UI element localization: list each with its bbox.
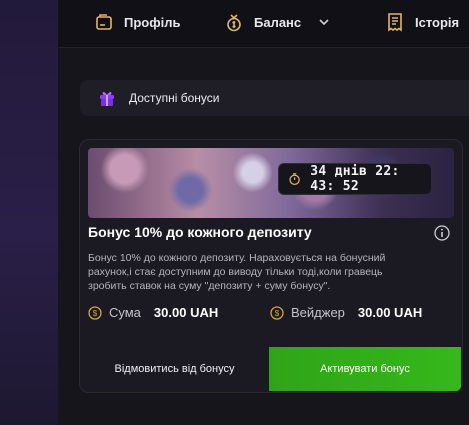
decline-bonus-button[interactable]: Відмовитись від бонусу	[88, 347, 261, 391]
bonus-timer: 34 днів 22: 43: 52	[278, 163, 432, 195]
nav-balance-label: Баланс	[254, 14, 302, 30]
nav-history[interactable]: Історія	[385, 0, 459, 44]
main-area: Профіль Баланс Історія Доступні бонуси 3…	[58, 0, 469, 425]
info-icon[interactable]	[434, 225, 450, 241]
nav-profile[interactable]: Профіль	[94, 0, 180, 44]
nav-history-label: Історія	[415, 14, 460, 30]
available-bonuses-header[interactable]: Доступні бонуси	[80, 80, 469, 116]
svg-text:$: $	[275, 309, 280, 318]
bonus-banner-image: 34 днів 22: 43: 52	[88, 148, 454, 218]
timer-value: 34 днів 22: 43: 52	[310, 164, 400, 194]
bonus-amount: $ Сума 30.00 UAH	[88, 305, 218, 320]
svg-text:$: $	[93, 309, 98, 318]
wager-label: Вейджер	[291, 305, 345, 320]
wallet-icon	[227, 14, 241, 32]
receipt-icon	[388, 13, 402, 32]
page: Профіль Баланс Історія Доступні бонуси 3…	[0, 0, 469, 425]
nav-profile-label: Профіль	[124, 14, 181, 30]
amount-value: 30.00 UAH	[153, 305, 219, 320]
chevron-down-icon[interactable]	[317, 15, 331, 29]
coin-icon: $	[88, 305, 102, 320]
side-panel-edge	[0, 0, 58, 425]
profile-icon	[96, 14, 112, 30]
wager-value: 30.00 UAH	[357, 305, 423, 320]
available-bonuses-label: Доступні бонуси	[129, 91, 220, 105]
activate-bonus-button[interactable]: Активувати бонус	[269, 347, 461, 391]
account-top-nav: Профіль Баланс Історія	[58, 0, 469, 48]
bonus-wager: $ Вейджер 30.00 UAH	[270, 305, 422, 320]
amount-label: Сума	[109, 305, 141, 320]
coin-icon: $	[270, 305, 284, 320]
bonus-description: Бонус 10% до кожного депозиту. Нараховує…	[88, 252, 386, 292]
bonus-card: 34 днів 22: 43: 52 Бонус 10% до кожного …	[79, 139, 463, 393]
nav-balance[interactable]: Баланс	[224, 0, 331, 44]
stopwatch-icon	[289, 173, 300, 185]
gift-icon	[100, 91, 114, 106]
bonus-title: Бонус 10% до кожного депозиту	[88, 224, 312, 240]
